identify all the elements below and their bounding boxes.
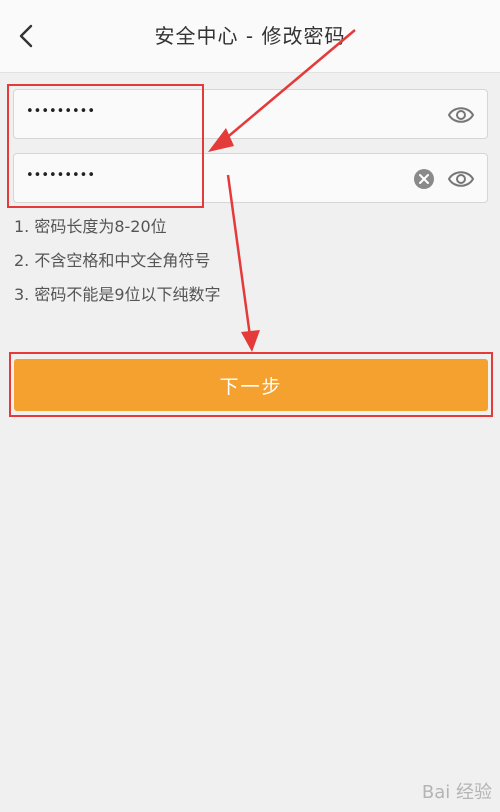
rule-item: 3. 密码不能是9位以下纯数字 [14, 285, 221, 304]
clear-circle-icon [414, 169, 434, 189]
rule-item: 1. 密码长度为8-20位 [14, 217, 167, 236]
eye-icon [447, 107, 475, 123]
annotation-box-next-button [9, 352, 493, 417]
watermark-logo: Bai 经验 [421, 782, 492, 803]
header-bar: 安全中心 - 修改密码 [0, 0, 500, 73]
toggle-visibility-button[interactable] [447, 166, 475, 192]
clear-button[interactable] [413, 168, 435, 190]
annotation-arrowhead-button [241, 330, 260, 352]
annotation-box-password-fields [7, 84, 204, 208]
password-rules: 1. 密码长度为8-20位 2. 不含空格和中文全角符号 3. 密码不能是9位以… [14, 214, 221, 316]
page-title: 安全中心 - 修改密码 [154, 24, 346, 48]
eye-icon [447, 171, 475, 187]
rule-item: 2. 不含空格和中文全角符号 [14, 251, 211, 270]
toggle-visibility-button[interactable] [447, 102, 475, 128]
